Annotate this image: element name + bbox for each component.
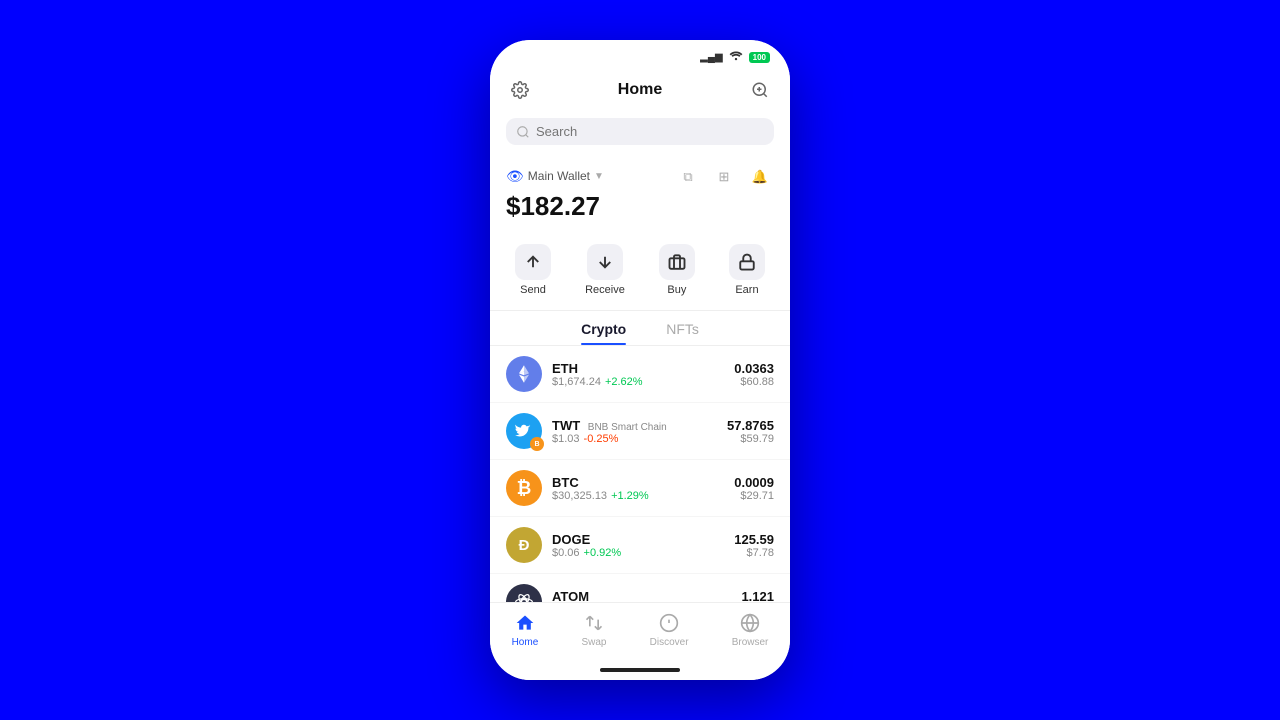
battery-indicator: 100 [749,52,770,63]
buy-button[interactable]: Buy [659,244,695,296]
eth-amounts: 0.0363 $60.88 [734,361,774,388]
expand-button[interactable]: ⊞ [710,163,738,191]
list-item[interactable]: B TWT BNB Smart Chain $1.03 -0.25% 57.87… [490,403,790,460]
discover-icon [657,611,681,635]
home-icon [513,611,537,635]
wifi-icon [729,48,743,66]
twt-network-badge: B [530,437,544,451]
earn-icon [729,244,765,280]
wallet-dropdown-icon[interactable]: ▼ [594,171,604,182]
eye-icon: 👁 [506,168,524,185]
nav-discover-label: Discover [650,637,689,648]
browser-icon [738,611,762,635]
tab-crypto[interactable]: Crypto [581,321,626,345]
wallet-icons: ⧉ ⊞ 🔔 [674,163,774,191]
buy-label: Buy [667,284,686,296]
btc-info: BTC $30,325.13 +1.29% [552,475,734,502]
search-icon [516,125,530,139]
status-bar: ▂▄▆ 100 [490,40,790,70]
nav-home[interactable]: Home [512,611,539,648]
wallet-section: 👁 Main Wallet ▼ ⧉ ⊞ 🔔 $182.27 [490,155,790,232]
copy-button[interactable]: ⧉ [674,163,702,191]
scan-button[interactable] [746,76,774,104]
receive-button[interactable]: Receive [585,244,625,296]
atom-logo [506,584,542,602]
home-indicator [490,660,790,680]
wallet-label: 👁 Main Wallet ▼ [506,168,604,185]
btc-logo: ₿ [506,470,542,506]
search-input-wrap[interactable] [506,118,774,145]
earn-label: Earn [735,284,758,296]
home-bar [600,668,680,672]
earn-button[interactable]: Earn [729,244,765,296]
settings-button[interactable] [506,76,534,104]
crypto-list: ETH $1,674.24 +2.62% 0.0363 $60.88 B TWT… [490,346,790,602]
nav-discover[interactable]: Discover [650,611,689,648]
swap-icon [582,611,606,635]
receive-label: Receive [585,284,625,296]
list-item[interactable]: Ð DOGE $0.06 +0.92% 125.59 $7.78 [490,517,790,574]
receive-icon [587,244,623,280]
twt-logo: B [506,413,542,449]
twt-amounts: 57.8765 $59.79 [727,418,774,445]
buy-icon [659,244,695,280]
send-button[interactable]: Send [515,244,551,296]
btc-amounts: 0.0009 $29.71 [734,475,774,502]
atom-info: ATOM $6.75 +1.90% [552,589,741,603]
tab-nfts[interactable]: NFTs [666,321,699,345]
nav-home-label: Home [512,637,539,648]
doge-info: DOGE $0.06 +0.92% [552,532,734,559]
nav-browser-label: Browser [732,637,769,648]
phone-frame: ▂▄▆ 100 Home [490,40,790,680]
list-item[interactable]: ATOM $6.75 +1.90% 1.121 $7.57 [490,574,790,602]
nav-swap-label: Swap [581,637,606,648]
list-item[interactable]: ETH $1,674.24 +2.62% 0.0363 $60.88 [490,346,790,403]
twt-sub: $1.03 -0.25% [552,433,727,445]
header: Home [490,70,790,112]
search-input[interactable] [536,124,764,139]
nav-swap[interactable]: Swap [581,611,606,648]
send-icon [515,244,551,280]
atom-amounts: 1.121 $7.57 [741,589,774,603]
list-item[interactable]: ₿ BTC $30,325.13 +1.29% 0.0009 $29.71 [490,460,790,517]
doge-logo: Ð [506,527,542,563]
signal-icon: ▂▄▆ [700,52,722,63]
twt-info: TWT BNB Smart Chain $1.03 -0.25% [552,418,727,445]
twt-symbol: TWT BNB Smart Chain [552,418,727,433]
page-title: Home [618,81,662,99]
send-label: Send [520,284,546,296]
eth-symbol: ETH [552,361,734,376]
eth-info: ETH $1,674.24 +2.62% [552,361,734,388]
search-bar [490,112,790,155]
action-buttons: Send Receive Buy Earn [490,232,790,311]
eth-logo [506,356,542,392]
wallet-balance: $182.27 [506,191,774,222]
tabs: Crypto NFTs [490,311,790,346]
bell-button[interactable]: 🔔 [746,163,774,191]
nav-browser[interactable]: Browser [732,611,769,648]
eth-sub: $1,674.24 +2.62% [552,376,734,388]
bottom-nav: Home Swap Discover Brow [490,602,790,660]
doge-amounts: 125.59 $7.78 [734,532,774,559]
